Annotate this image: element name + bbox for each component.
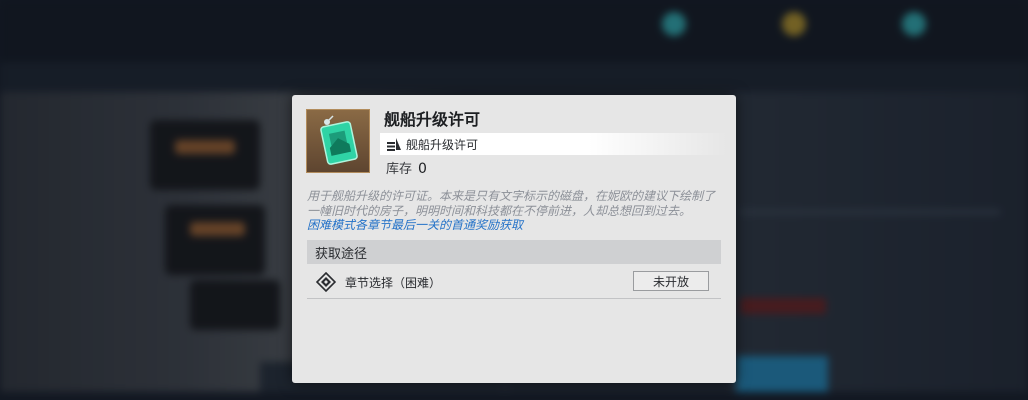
item-name: 舰船升级许可	[384, 110, 481, 129]
chapter-select-icon	[316, 272, 336, 292]
ship-upgrade-icon	[387, 138, 401, 151]
item-description: 用于舰船升级的许可证。本来是只有文字标示的磁盘，在妮欧的建议下绘制了一幢旧时代的…	[307, 189, 716, 218]
acquire-source-label: 章节选择（困难）	[345, 275, 442, 290]
item-icon-frame	[306, 109, 370, 173]
acquire-source-row: 章节选择（困难） 未开放	[307, 266, 721, 299]
stock-info: 库存 0	[386, 158, 427, 177]
green-card-icon	[320, 115, 358, 165]
acquire-source-header: 获取途径	[307, 240, 721, 264]
stock-label: 库存	[386, 162, 413, 177]
item-type-bar: 舰船升级许可	[380, 133, 728, 155]
acquire-source-title: 获取途径	[315, 246, 368, 262]
stock-value: 0	[418, 161, 427, 177]
item-detail-dialog: 舰船升级许可 舰船升级许可 库存 0 用于舰船升级的许可证。本来是只有文字标示的磁…	[292, 95, 736, 383]
item-type-label: 舰船升级许可	[406, 137, 479, 152]
not-open-button[interactable]: 未开放	[633, 271, 709, 291]
acquire-hint-link[interactable]: 困难模式各章节最后一关的首通奖励获取	[307, 216, 523, 233]
